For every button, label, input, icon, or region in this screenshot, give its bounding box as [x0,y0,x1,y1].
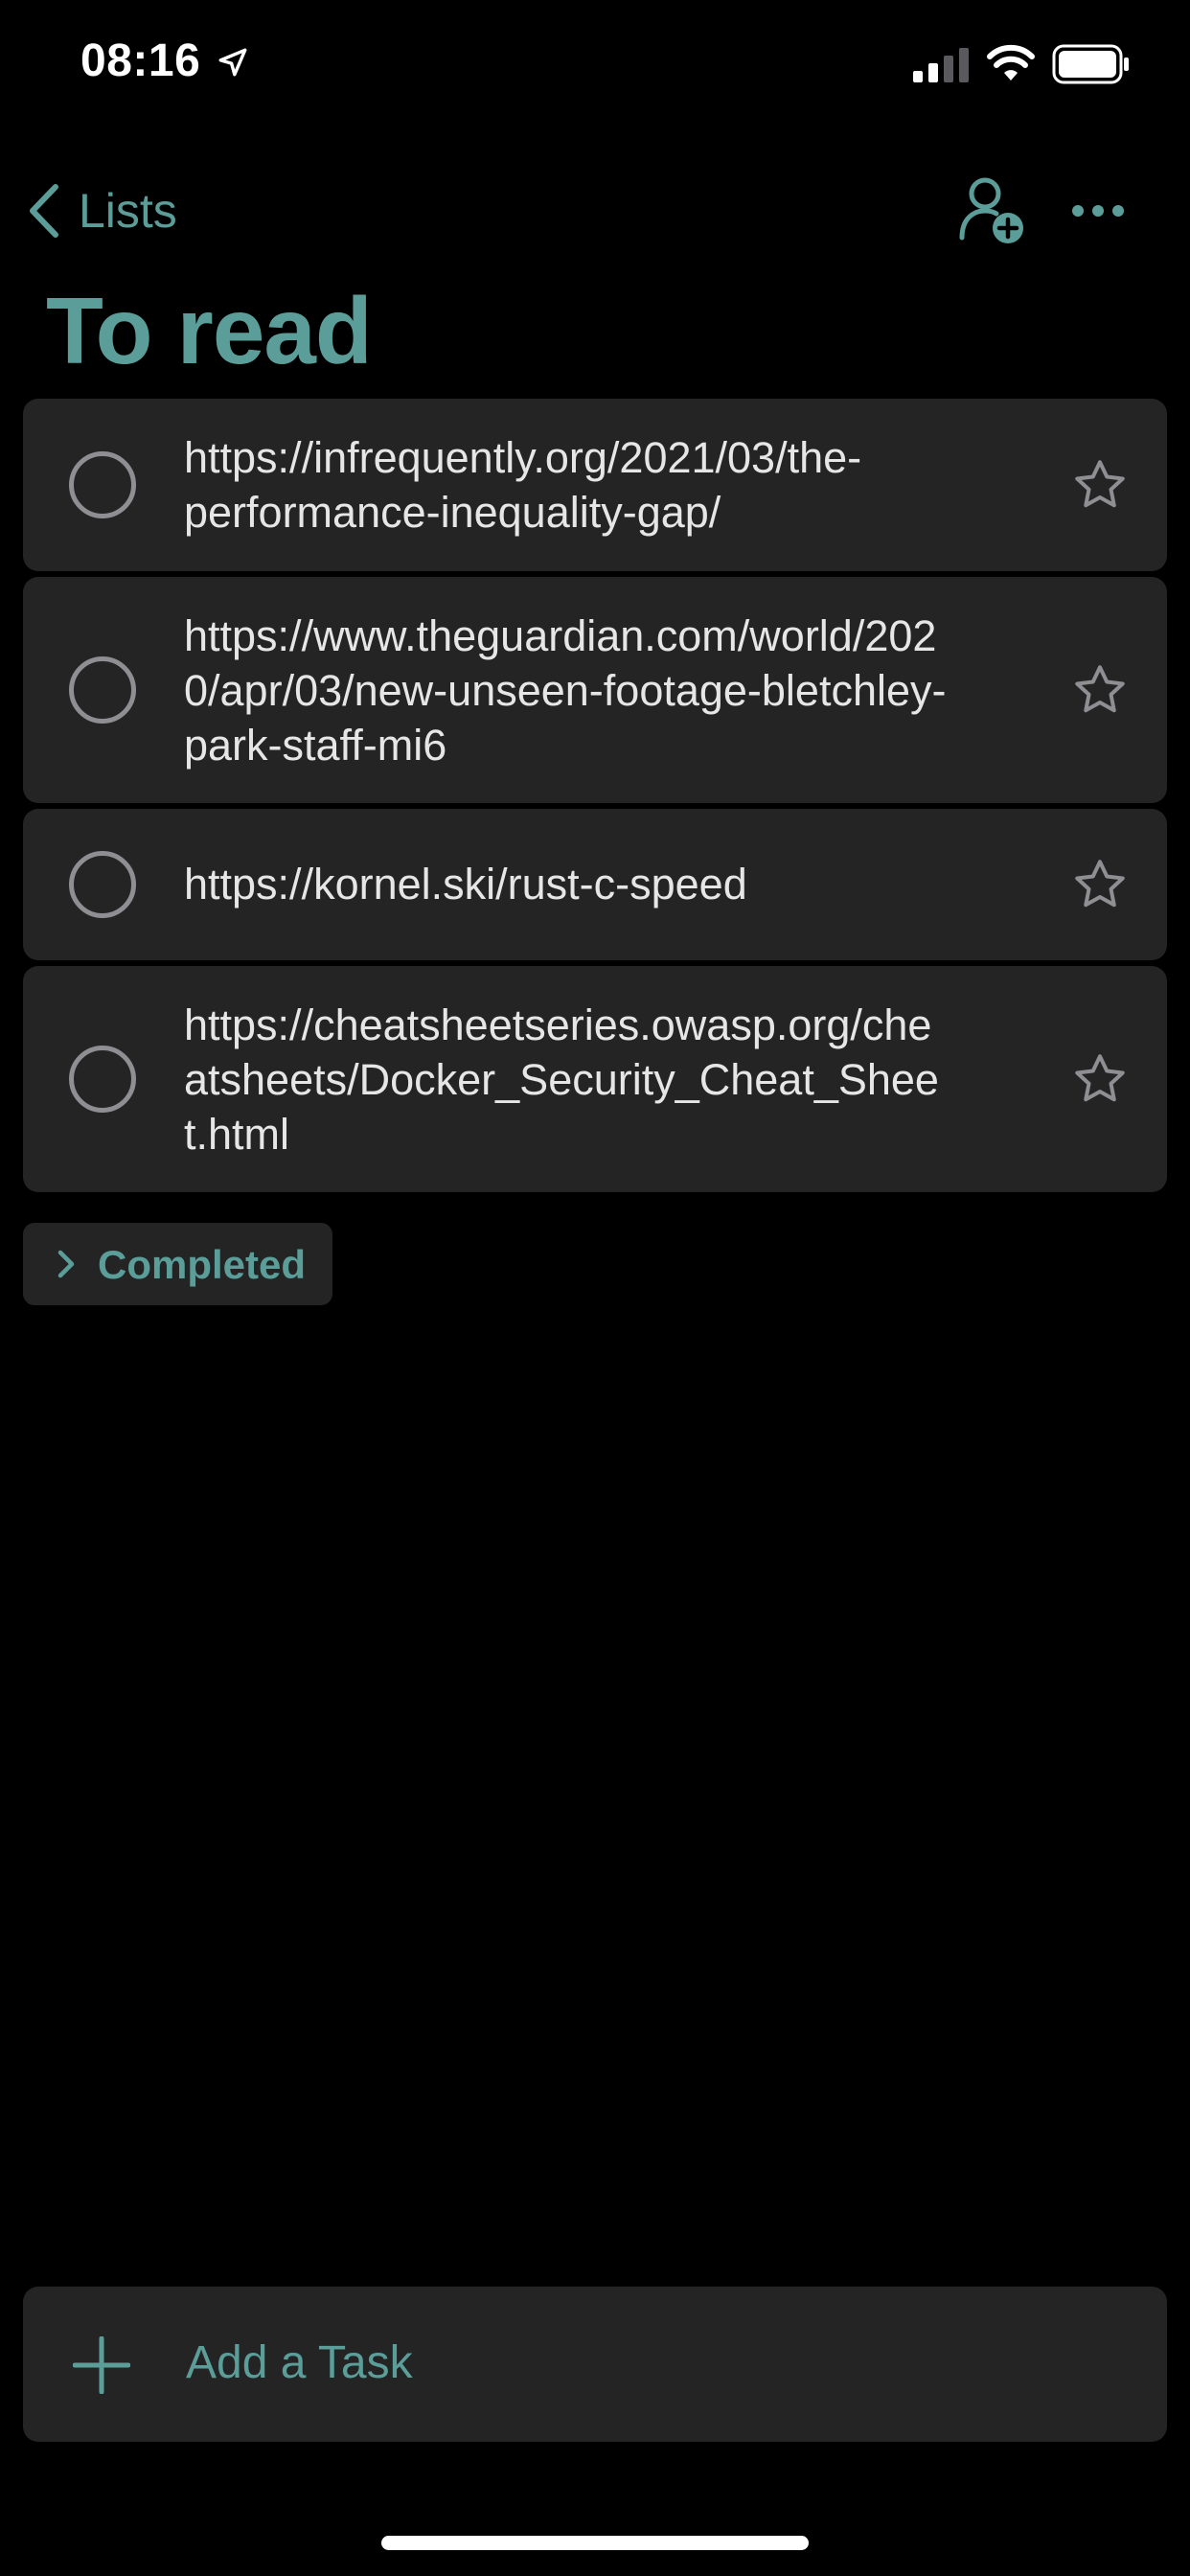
back-button[interactable]: Lists [27,172,177,249]
chevron-left-icon [30,184,58,238]
task-item[interactable]: https://infrequently.org/2021/03/the-per… [23,399,1167,571]
task-checkbox[interactable] [69,656,136,724]
completed-label: Completed [98,1242,307,1287]
completed-section-toggle[interactable]: Completed [23,1223,332,1305]
task-checkbox[interactable] [69,451,136,518]
task-checkbox[interactable] [69,851,136,918]
status-bar: 08:16 [0,0,1190,129]
plus-icon [73,2336,130,2394]
nav-bar: Lists [0,163,1190,259]
share-person-plus-icon[interactable] [958,174,1025,247]
location-arrow-icon [218,48,247,77]
add-task-button[interactable]: Add a Task [23,2287,1167,2442]
task-item[interactable]: https://kornel.ski/rust-c-speed [23,809,1167,960]
status-time: 08:16 [80,35,201,86]
more-ellipsis-icon[interactable] [1069,192,1127,230]
star-icon[interactable] [1071,456,1129,514]
task-title: https://www.theguardian.com/world/2020/a… [184,611,947,770]
task-title: https://infrequently.org/2021/03/the-per… [184,433,862,537]
home-indicator[interactable] [381,2536,809,2550]
task-list: https://infrequently.org/2021/03/the-per… [23,399,1167,1198]
wifi-icon [987,44,1035,80]
task-title: https://kornel.ski/rust-c-speed [184,860,747,908]
task-item[interactable]: https://cheatsheetseries.owasp.org/cheat… [23,966,1167,1192]
cellular-signal-icon [913,48,969,82]
star-icon[interactable] [1071,661,1129,719]
task-item[interactable]: https://www.theguardian.com/world/2020/a… [23,577,1167,803]
task-title: https://cheatsheetseries.owasp.org/cheat… [184,1000,939,1159]
star-icon[interactable] [1071,856,1129,913]
battery-icon [1052,44,1129,84]
back-label: Lists [79,184,177,238]
star-icon[interactable] [1071,1050,1129,1108]
task-checkbox[interactable] [69,1046,136,1113]
page-title: To read [46,278,373,383]
chevron-right-icon [57,1250,75,1278]
add-task-label: Add a Task [186,2337,413,2388]
